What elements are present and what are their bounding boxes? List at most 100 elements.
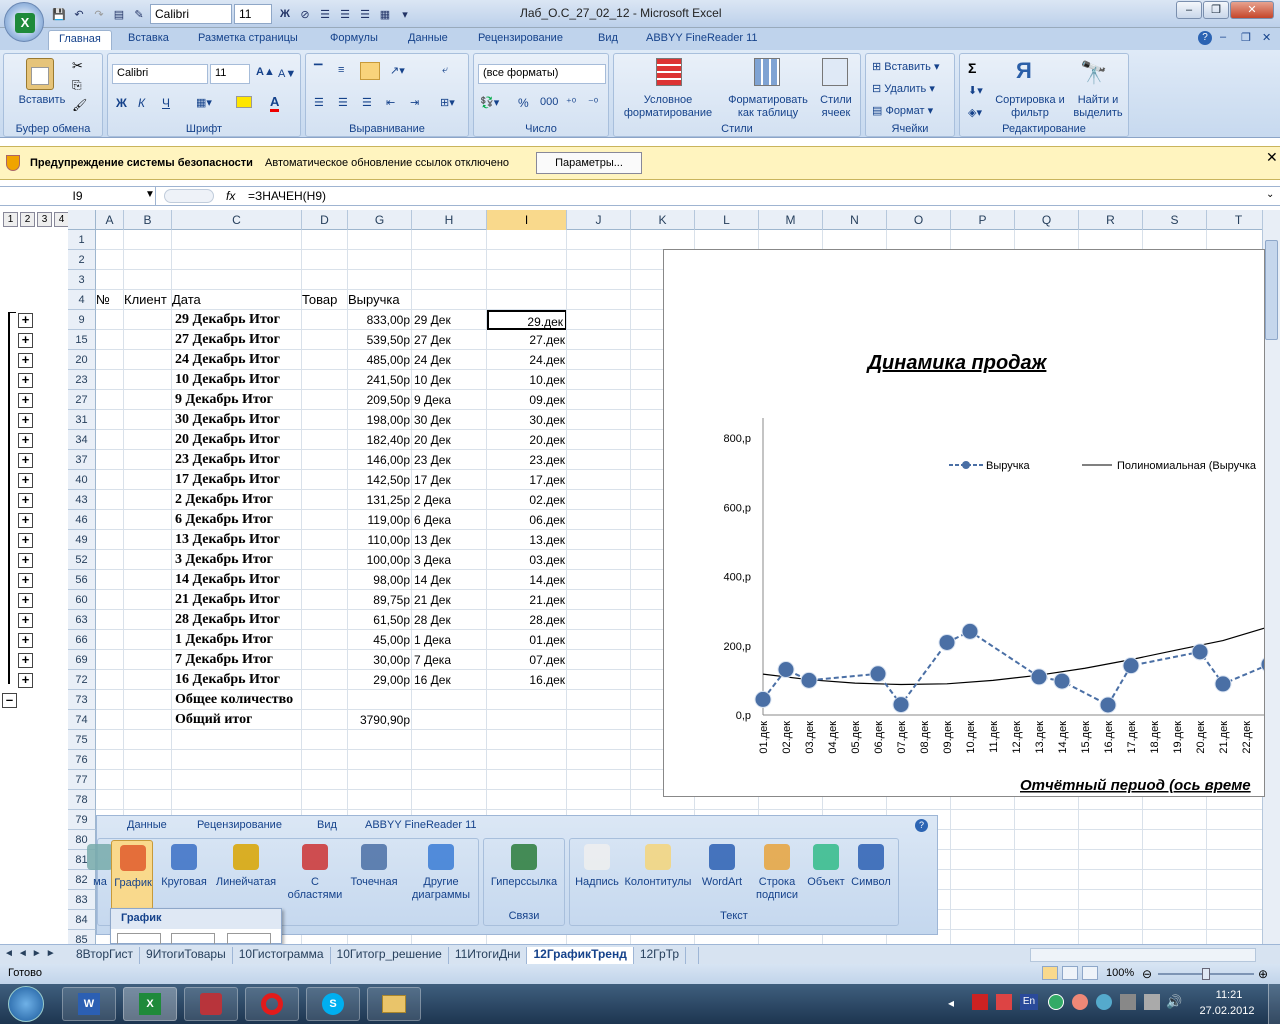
revenue-point[interactable]	[1260, 656, 1265, 672]
decrease-decimal-icon[interactable]: ⁻⁰	[588, 96, 598, 109]
cell-i-date[interactable]: 07.дек	[487, 650, 567, 670]
close-button[interactable]: ✕	[1230, 1, 1274, 19]
cell-revenue[interactable]: 209,50р	[348, 390, 410, 410]
cell-revenue[interactable]: 45,00р	[348, 630, 410, 650]
tray-app2-icon[interactable]	[996, 994, 1012, 1010]
cell-revenue[interactable]: 539,50р	[348, 330, 410, 350]
sort-filter-button[interactable]: Сортировка и фильтр	[992, 94, 1068, 120]
cell-h-date[interactable]: 2 Дека	[414, 490, 451, 510]
cell-h-date[interactable]: 9 Дека	[414, 390, 451, 410]
tab-7[interactable]: ABBYY FineReader 11	[646, 32, 758, 44]
autosum-button[interactable]: Σ	[968, 60, 976, 76]
cut-icon[interactable]: ✂	[72, 58, 83, 74]
ribbon-minimize-icon[interactable]: –	[1220, 31, 1226, 43]
cell-h-date[interactable]: 27 Дек	[414, 330, 451, 350]
insert-panel-tab-2[interactable]: Вид	[317, 819, 337, 831]
tab-2[interactable]: Разметка страницы	[198, 32, 298, 44]
thousands-button[interactable]: 000	[540, 96, 558, 108]
align-bottom-icon[interactable]	[360, 62, 380, 80]
header-num[interactable]: №	[96, 290, 110, 310]
cell-revenue[interactable]: 29,00р	[348, 670, 410, 690]
column-header-P[interactable]: P	[951, 210, 1015, 230]
cell-revenue[interactable]: 61,50р	[348, 610, 410, 630]
qat-align-center-icon[interactable]: ☰	[336, 5, 354, 23]
cell-revenue[interactable]: 142,50р	[348, 470, 410, 490]
fill-color-icon[interactable]	[236, 96, 252, 108]
insert-panel-tab-3[interactable]: ABBYY FineReader 11	[365, 819, 477, 831]
row-header[interactable]: 2	[68, 250, 96, 270]
row-header[interactable]: 85	[68, 930, 96, 944]
revenue-point[interactable]	[892, 696, 910, 714]
insert-sheet-button[interactable]	[686, 947, 699, 964]
insert-function-button[interactable]: fx	[226, 189, 235, 203]
formula-splitter[interactable]	[164, 189, 214, 203]
column-header-I[interactable]: I	[487, 210, 567, 230]
sheet-nav-icon[interactable]: ◄◄►►	[4, 948, 60, 959]
insert-item-6[interactable]: Другие диаграммы	[407, 840, 475, 910]
save-icon[interactable]: 💾	[50, 5, 68, 23]
qat-align-left-icon[interactable]: ☰	[316, 5, 334, 23]
qat-merge-icon[interactable]: ▦	[376, 5, 394, 23]
cell-h-date[interactable]: 7 Дека	[414, 650, 451, 670]
cell-i-date[interactable]: 03.дек	[487, 550, 567, 570]
redo-icon[interactable]: ↷	[90, 5, 108, 23]
wrap-text-icon[interactable]: ⤶	[442, 64, 448, 77]
revenue-point[interactable]	[961, 622, 979, 640]
cell-h-date[interactable]: 21 Дек	[414, 590, 451, 610]
outline-expand-button[interactable]: +	[18, 613, 33, 628]
format-painter-icon[interactable]: 🖌	[72, 98, 87, 112]
cell-i-date[interactable]: 17.дек	[487, 470, 567, 490]
cell-h-date[interactable]: 30 Дек	[414, 410, 451, 430]
row-header[interactable]: 31	[68, 410, 96, 430]
row-header[interactable]: 40	[68, 470, 96, 490]
revenue-point[interactable]	[1053, 672, 1071, 690]
formula-input[interactable]: =ЗНАЧЕН(H9)	[248, 189, 326, 203]
cell-i-date[interactable]: 06.дек	[487, 510, 567, 530]
revenue-point[interactable]	[754, 690, 772, 708]
cell-h-date[interactable]: 1 Дека	[414, 630, 451, 650]
cell-date-total[interactable]: 30 Декабрь Итог	[175, 410, 280, 430]
revenue-point[interactable]	[777, 661, 795, 679]
cell-i-date[interactable]: 20.дек	[487, 430, 567, 450]
cell-date-total[interactable]: 3 Декабрь Итог	[175, 550, 273, 570]
align-left-icon[interactable]: ☰	[314, 96, 324, 109]
tray-app3-icon[interactable]	[1072, 994, 1088, 1010]
cell-date-total[interactable]: 28 Декабрь Итог	[175, 610, 280, 630]
qat-size-box[interactable]: 11	[234, 4, 272, 24]
bold-button[interactable]: Ж	[116, 96, 127, 110]
workbook-close-icon[interactable]: ✕	[1262, 31, 1271, 44]
cell-h-date[interactable]: 20 Дек	[414, 430, 451, 450]
outline-expand-button[interactable]: +	[18, 593, 33, 608]
cell-date-total[interactable]: 14 Декабрь Итог	[175, 570, 280, 590]
page-layout-icon[interactable]	[1062, 966, 1078, 980]
outline-expand-button[interactable]: +	[18, 313, 33, 328]
options-button[interactable]: Параметры...	[536, 152, 642, 174]
outline-level-4[interactable]: 4	[54, 212, 69, 227]
outline-level-2[interactable]: 2	[20, 212, 35, 227]
insert-cells-button[interactable]: ⊞ Вставить ▾	[872, 60, 940, 73]
cell-revenue[interactable]: 146,00р	[348, 450, 410, 470]
font-size-box[interactable]: 11	[210, 64, 250, 84]
cell-revenue[interactable]: 100,00р	[348, 550, 410, 570]
insert-item-7[interactable]: Гиперссылка	[485, 840, 563, 910]
cell-date-total[interactable]: 29 Декабрь Итог	[175, 310, 280, 330]
cell-h-date[interactable]: 16 Дек	[414, 670, 451, 690]
cell-date-total[interactable]: 2 Декабрь Итог	[175, 490, 273, 510]
cell-h-date[interactable]: 24 Дек	[414, 350, 451, 370]
sheet-tab[interactable]: 12ГрТр	[634, 947, 686, 964]
qat-bold-icon[interactable]: Ж	[276, 5, 294, 23]
sales-chart[interactable]: Динамика продаж 0,р 200,р 400,р 600,р 800,р 01…	[663, 249, 1265, 797]
clock-time[interactable]: 11:21	[1196, 989, 1262, 1001]
insert-panel-tab-1[interactable]: Рецензирование	[197, 819, 282, 831]
cell-i-date[interactable]: 09.дек	[487, 390, 567, 410]
increase-decimal-icon[interactable]: ⁺⁰	[566, 96, 576, 109]
paste-button[interactable]: Вставить	[10, 94, 74, 107]
insert-item-1[interactable]: График	[111, 840, 153, 910]
cell-h-date[interactable]: 29 Дек	[414, 310, 451, 330]
cell-h-date[interactable]: 17 Дек	[414, 470, 451, 490]
cell-h-date[interactable]: 6 Дека	[414, 510, 451, 530]
cell-revenue[interactable]: 485,00р	[348, 350, 410, 370]
tab-5[interactable]: Рецензирование	[478, 32, 563, 44]
select-all-corner[interactable]	[68, 210, 96, 230]
outline-expand-button[interactable]: +	[18, 473, 33, 488]
